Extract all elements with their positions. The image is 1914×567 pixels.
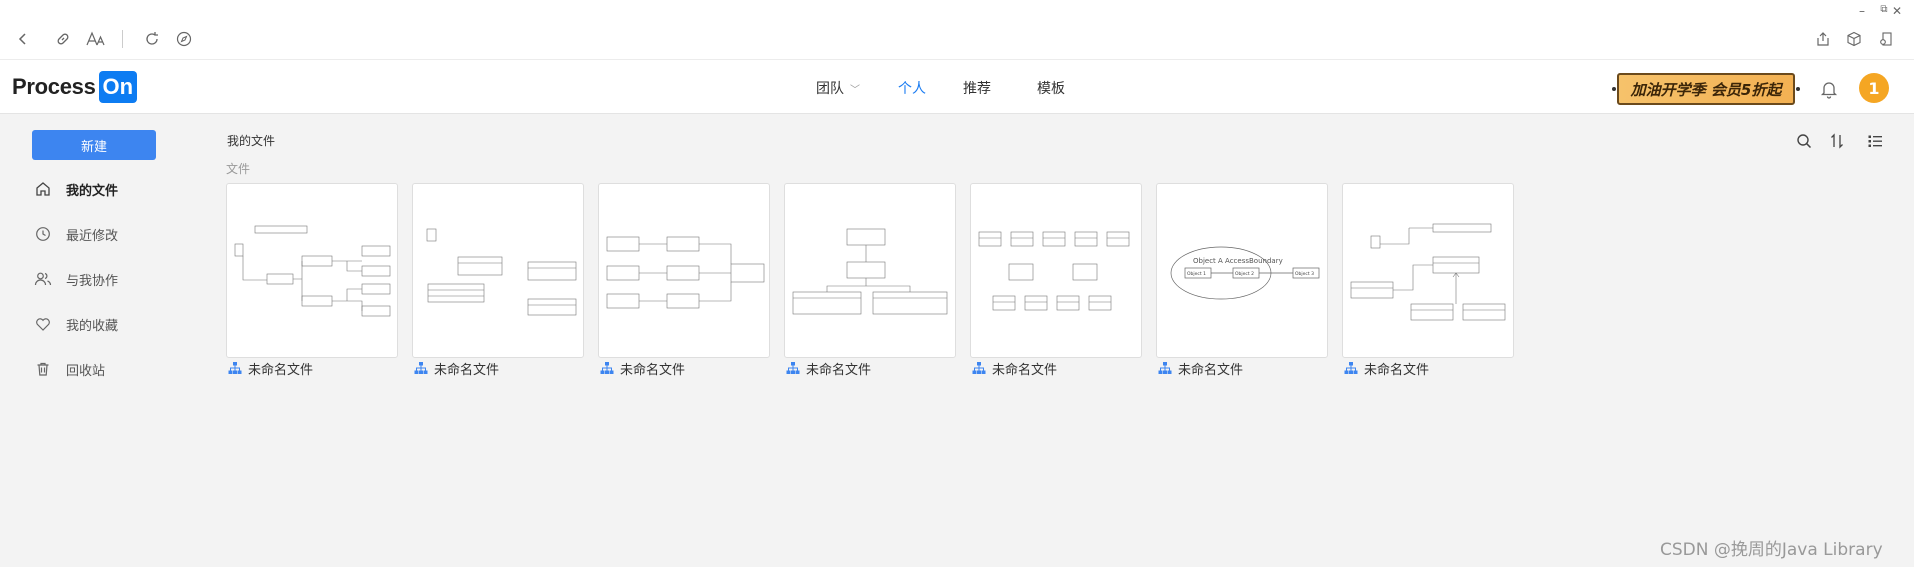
- diagram-thumbnail: [978, 231, 1130, 311]
- sidebar-item-label: 回收站: [66, 363, 106, 379]
- file-item[interactable]: 未命名文件: [786, 358, 871, 378]
- file-card-thumbnail[interactable]: [598, 183, 770, 358]
- nav-templates[interactable]: 模板: [1037, 78, 1065, 98]
- org-chart-icon: [1344, 362, 1358, 374]
- search-icon[interactable]: [1794, 131, 1814, 151]
- compass-icon[interactable]: [173, 28, 195, 50]
- file-item[interactable]: 未命名文件: [414, 358, 499, 378]
- section-label: 文件: [226, 162, 251, 176]
- file-name: 未命名文件: [434, 362, 500, 378]
- logo-text: Process: [12, 74, 96, 99]
- nav-team[interactable]: 团队 ﹀: [816, 78, 860, 98]
- nav-recommend[interactable]: 推荐: [963, 78, 991, 98]
- thumbnail-label: Object 1: [1187, 271, 1206, 277]
- sidebar-item-trash[interactable]: 回收站: [34, 357, 105, 381]
- org-chart-icon: [786, 362, 800, 374]
- thumbnail-label: Object 2: [1235, 271, 1254, 277]
- file-name: 未命名文件: [620, 362, 686, 378]
- file-item[interactable]: 未命名文件: [600, 358, 685, 378]
- restore-button[interactable]: ⧉: [1877, 4, 1891, 15]
- org-chart-icon: [600, 362, 614, 374]
- link-icon[interactable]: [52, 28, 74, 50]
- file-card-thumbnail[interactable]: [1342, 183, 1514, 358]
- org-chart-icon: [972, 362, 986, 374]
- file-name: 未命名文件: [1178, 362, 1244, 378]
- file-item[interactable]: 未命名文件: [1344, 358, 1429, 378]
- file-item[interactable]: 未命名文件: [972, 358, 1057, 378]
- diagram-thumbnail: [426, 228, 577, 316]
- nav-personal[interactable]: 个人: [898, 78, 926, 98]
- sidebar-item-label: 我的文件: [66, 183, 119, 199]
- sidebar-item-favorites[interactable]: 我的收藏: [34, 312, 118, 336]
- diagram-thumbnail: [234, 225, 391, 317]
- file-name: 未命名文件: [248, 362, 314, 378]
- diagram-thumbnail: [792, 228, 948, 315]
- file-card-thumbnail[interactable]: [970, 183, 1142, 358]
- file-name: 未命名文件: [1364, 362, 1430, 378]
- file-item[interactable]: 未命名文件: [228, 358, 313, 378]
- close-button[interactable]: ✕: [1890, 4, 1904, 18]
- promo-dot-right: [1796, 87, 1800, 91]
- toolbar-divider: [122, 30, 123, 48]
- list-view-icon[interactable]: [1865, 131, 1885, 151]
- new-button[interactable]: 新建: [32, 130, 156, 160]
- sidebar-item-my-files[interactable]: 我的文件: [34, 177, 118, 201]
- minimize-button[interactable]: –: [1855, 4, 1869, 18]
- file-name: 未命名文件: [992, 362, 1058, 378]
- cube-icon[interactable]: [1843, 28, 1865, 50]
- promo-banner[interactable]: 加油开学季 会员5折起: [1617, 73, 1795, 105]
- org-chart-icon: [414, 362, 428, 374]
- nav-team-label: 团队: [816, 81, 844, 97]
- breadcrumb[interactable]: 我的文件: [227, 132, 275, 149]
- diagram-thumbnail: Object A AccessBoundary Object 1 Object …: [1170, 246, 1320, 300]
- logo[interactable]: Process On: [12, 71, 138, 103]
- back-icon[interactable]: [12, 28, 34, 50]
- extension-icon[interactable]: [1875, 28, 1897, 50]
- avatar[interactable]: 1: [1859, 73, 1889, 103]
- home-icon: [34, 180, 52, 198]
- diagram-thumbnail: [606, 236, 765, 309]
- users-icon: [34, 270, 52, 288]
- diagram-thumbnail: [1350, 223, 1506, 321]
- sidebar-item-label: 最近修改: [66, 228, 119, 244]
- watermark: CSDN @挽周的Java Library: [1660, 540, 1883, 560]
- bell-icon[interactable]: [1818, 78, 1840, 100]
- heart-icon: [34, 315, 52, 333]
- thumbnail-title: Object A AccessBoundary: [1193, 257, 1283, 265]
- sidebar-item-recent[interactable]: 最近修改: [34, 222, 118, 246]
- file-card-thumbnail[interactable]: [226, 183, 398, 358]
- org-chart-icon: [1158, 362, 1172, 374]
- clock-icon: [34, 225, 52, 243]
- file-card-thumbnail[interactable]: [784, 183, 956, 358]
- file-card-thumbnail[interactable]: [412, 183, 584, 358]
- logo-badge: On: [98, 71, 138, 103]
- sidebar-item-shared[interactable]: 与我协作: [34, 267, 118, 291]
- browser-toolbar: – ⧉ ✕: [0, 0, 1914, 60]
- trash-icon: [34, 360, 52, 378]
- file-name: 未命名文件: [806, 362, 872, 378]
- org-chart-icon: [228, 362, 242, 374]
- sidebar-item-label: 与我协作: [66, 273, 119, 289]
- refresh-icon[interactable]: [141, 28, 163, 50]
- chevron-down-icon: ﹀: [850, 85, 860, 96]
- file-item[interactable]: 未命名文件: [1158, 358, 1243, 378]
- font-size-icon[interactable]: [84, 28, 106, 50]
- share-icon[interactable]: [1812, 28, 1834, 50]
- sidebar-item-label: 我的收藏: [66, 318, 119, 334]
- thumbnail-label: Object 3: [1295, 271, 1314, 277]
- file-card-thumbnail[interactable]: Object A AccessBoundary Object 1 Object …: [1156, 183, 1328, 358]
- promo-dot-left: [1612, 87, 1616, 91]
- sort-icon[interactable]: [1827, 131, 1847, 151]
